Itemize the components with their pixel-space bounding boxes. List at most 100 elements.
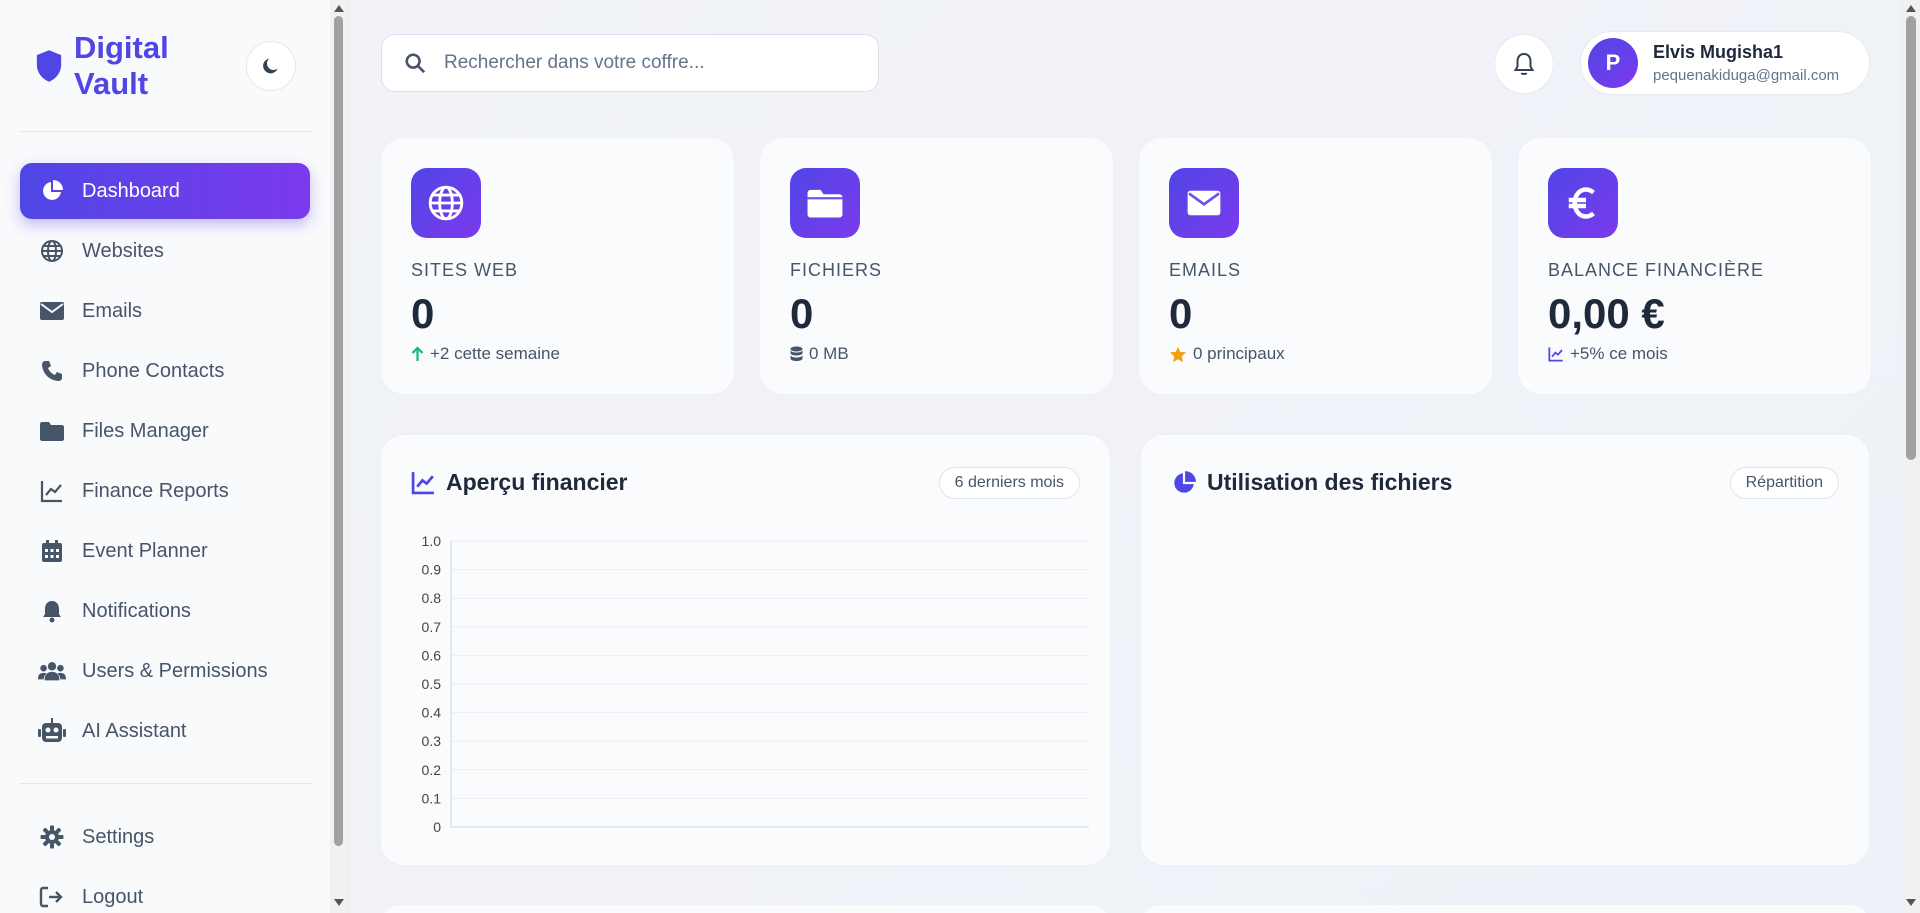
sidebar-item-label: Users & Permissions: [82, 659, 268, 682]
sidebar-item-label: Files Manager: [82, 419, 209, 442]
panel-title-text: Aperçu financier: [446, 469, 628, 495]
shield-icon: [36, 50, 62, 82]
sidebar-item-dashboard[interactable]: Dashboard: [20, 163, 310, 219]
sidebar-item-logout[interactable]: Logout: [20, 869, 310, 913]
search-bar[interactable]: [381, 34, 879, 92]
brand-name: Digital Vault: [74, 30, 169, 101]
panel-title: Aperçu financier: [411, 469, 628, 496]
euro-icon: [1548, 168, 1618, 238]
search-input[interactable]: [444, 52, 844, 74]
chart-pie-icon: [1174, 470, 1196, 493]
sidebar-nav: Dashboard Websites Emails Phone Contacts…: [20, 163, 310, 763]
stat-note: 0 MB: [790, 344, 849, 364]
stat-card-balance: BALANCE FINANCIÈRE 0,00 € +5% ce mois: [1517, 137, 1872, 395]
sidebar-item-label: Logout: [82, 885, 144, 908]
lower-card: [380, 905, 1111, 913]
page-scrollbar-thumb[interactable]: [1906, 16, 1916, 460]
moon-icon: [263, 58, 278, 74]
stat-note: +2 cette semaine: [411, 344, 560, 364]
sidebar-item-label: Event Planner: [82, 539, 208, 562]
stat-note-text: +5% ce mois: [1570, 344, 1668, 363]
sidebar-item-files-manager[interactable]: Files Manager: [20, 403, 310, 459]
scroll-down-arrow-icon[interactable]: [1906, 899, 1916, 906]
notifications-button[interactable]: [1494, 34, 1554, 94]
panel-title: Utilisation des fichiers: [1171, 469, 1452, 496]
y-tick-label: 0.3: [422, 733, 442, 749]
sidebar-item-label: Finance Reports: [82, 479, 229, 502]
scroll-down-arrow-icon[interactable]: [334, 899, 344, 906]
sidebar-item-label: Phone Contacts: [82, 359, 225, 382]
stat-label: FICHIERS: [790, 260, 883, 280]
sidebar-item-label: Websites: [82, 239, 164, 262]
logout-icon: [38, 883, 66, 911]
y-tick-label: 0.2: [422, 762, 442, 778]
sidebar-divider: [20, 131, 312, 132]
sidebar-item-label: AI Assistant: [82, 719, 187, 742]
users-icon: [38, 657, 66, 685]
file-usage-panel: Utilisation des fichiers Répartition: [1140, 434, 1870, 866]
y-tick-label: 0.5: [422, 676, 442, 692]
theme-toggle-button[interactable]: [246, 41, 296, 91]
sidebar-item-settings[interactable]: Settings: [20, 809, 310, 865]
calendar-icon: [38, 537, 66, 565]
finance-overview-panel: Aperçu financier 6 derniers mois 0 0.1 0.2…: [380, 434, 1111, 866]
y-tick-label: 0.1: [422, 790, 442, 806]
folder-icon: [38, 417, 66, 445]
stat-card-websites: SITES WEB 0 +2 cette semaine: [380, 137, 735, 395]
sidebar-item-event-planner[interactable]: Event Planner: [20, 523, 310, 579]
user-email: pequenakiduga@gmail.com: [1653, 67, 1840, 84]
finance-chart: 0 0.1 0.2 0.3 0.4 0.5 0.6 0.7 0.8 0.9 1.0: [422, 533, 1089, 835]
stat-card-emails: EMAILS 0 0 principaux: [1138, 137, 1493, 395]
gear-icon: [38, 823, 66, 851]
y-tick-label: 0.7: [422, 619, 442, 635]
arrow-up-icon: [411, 346, 424, 361]
sidebar-item-users-permissions[interactable]: Users & Permissions: [20, 643, 310, 699]
stat-value: 0: [1169, 290, 1193, 337]
database-icon: [790, 346, 803, 361]
y-tick-label: 1.0: [422, 533, 442, 549]
sidebar-item-ai-assistant[interactable]: AI Assistant: [20, 703, 310, 759]
globe-icon: [411, 168, 481, 238]
breakdown-filter-button[interactable]: Répartition: [1729, 467, 1839, 499]
envelope-icon: [1169, 168, 1239, 238]
y-tick-label: 0: [433, 819, 441, 835]
stat-card-files: FICHIERS 0 0 MB: [759, 137, 1114, 395]
line-chart-icon: [411, 472, 434, 495]
line-chart-icon: [1548, 347, 1563, 362]
stat-value: 0: [411, 290, 435, 337]
sidebar-item-label: Dashboard: [82, 179, 180, 202]
sidebar-scrollbar-thumb[interactable]: [334, 16, 343, 846]
envelope-icon: [38, 297, 66, 325]
line-chart-icon: [38, 477, 66, 505]
y-tick-label: 0.9: [422, 562, 442, 578]
avatar: P: [1588, 38, 1638, 88]
sidebar-item-label: Emails: [82, 299, 143, 322]
stat-note: 0 principaux: [1169, 344, 1285, 364]
brand[interactable]: Digital Vault: [34, 30, 194, 102]
user-info: Elvis Mugisha1 pequenakiduga@gmail.com: [1653, 42, 1839, 84]
stat-label: EMAILS: [1169, 260, 1242, 280]
sidebar-item-label: Settings: [82, 825, 155, 848]
stat-note-text: +2 cette semaine: [430, 344, 560, 363]
period-filter-button[interactable]: 6 derniers mois: [938, 467, 1080, 499]
stat-value: 0: [790, 290, 814, 337]
bell-icon: [1513, 52, 1535, 75]
sidebar-item-phone-contacts[interactable]: Phone Contacts: [20, 343, 310, 399]
stat-value: 0,00 €: [1548, 290, 1665, 337]
sidebar-item-websites[interactable]: Websites: [20, 223, 310, 279]
y-tick-label: 0.4: [422, 705, 442, 721]
scroll-up-arrow-icon[interactable]: [334, 5, 344, 12]
stat-label: SITES WEB: [411, 260, 519, 280]
stat-note-text: 0 principaux: [1193, 344, 1285, 363]
phone-icon: [38, 357, 66, 385]
sidebar-item-finance-reports[interactable]: Finance Reports: [20, 463, 310, 519]
sidebar-item-label: Notifications: [82, 599, 191, 622]
sidebar-divider: [20, 783, 312, 784]
lower-card: [1140, 905, 1870, 913]
sidebar-item-emails[interactable]: Emails: [20, 283, 310, 339]
robot-icon: [38, 717, 66, 745]
user-profile[interactable]: P Elvis Mugisha1 pequenakiduga@gmail.com: [1580, 31, 1870, 95]
sidebar-bottom-nav: Settings Logout: [20, 809, 310, 913]
scroll-up-arrow-icon[interactable]: [1906, 5, 1916, 12]
sidebar-item-notifications[interactable]: Notifications: [20, 583, 310, 639]
